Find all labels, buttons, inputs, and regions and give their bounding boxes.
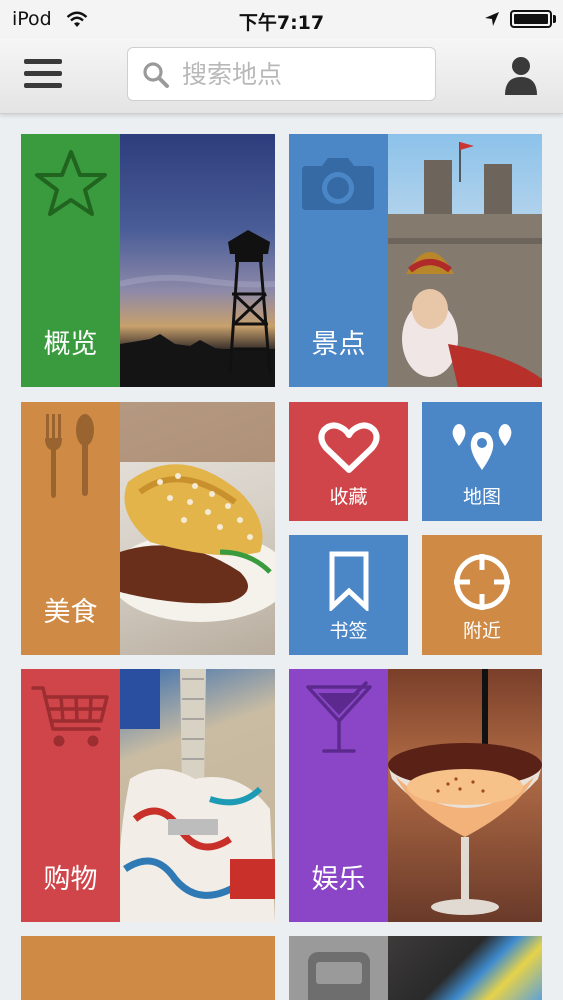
heart-icon bbox=[318, 422, 380, 473]
location-arrow-icon bbox=[485, 12, 499, 26]
app-header bbox=[0, 38, 563, 114]
map-pins-icon bbox=[452, 424, 512, 470]
map-button[interactable]: 地图 bbox=[422, 402, 542, 521]
tile-entertainment-label: 娱乐 bbox=[311, 864, 366, 895]
tile-attractions[interactable]: 景点 bbox=[289, 134, 542, 387]
battery-tip bbox=[553, 15, 556, 23]
guitar-photo bbox=[120, 669, 275, 922]
map-label: 地图 bbox=[462, 486, 501, 508]
tile-shopping[interactable]: 购物 bbox=[21, 669, 275, 922]
bookmark-icon bbox=[329, 551, 369, 611]
search-icon bbox=[143, 62, 169, 88]
tile-overview[interactable]: 概览 bbox=[21, 134, 275, 387]
cocktail-icon bbox=[306, 681, 372, 753]
tile-transport[interactable] bbox=[289, 936, 542, 1000]
tile-food[interactable]: 美食 bbox=[21, 402, 275, 655]
nearby-button[interactable]: 附近 bbox=[422, 535, 542, 655]
fort-santo-nino-photo bbox=[388, 134, 542, 387]
star-icon bbox=[35, 150, 107, 216]
shopping-cart-icon bbox=[31, 686, 109, 747]
bus-icon bbox=[308, 952, 370, 1000]
food-dish-photo bbox=[120, 402, 275, 655]
transport-photo bbox=[388, 936, 542, 1000]
search-box[interactable] bbox=[127, 47, 436, 101]
camera-icon bbox=[302, 158, 374, 210]
cocktail-photo bbox=[388, 669, 542, 922]
clock-time: 下午7:17 bbox=[238, 12, 325, 34]
tile-partial-left[interactable] bbox=[21, 936, 275, 1000]
bookmarks-button[interactable]: 书签 bbox=[289, 535, 408, 655]
tile-entertainment[interactable]: 娱乐 bbox=[289, 669, 542, 922]
user-profile-icon[interactable] bbox=[502, 55, 540, 95]
status-bar: iPod 下午7:17 bbox=[0, 0, 563, 38]
tile-overview-label: 概览 bbox=[43, 329, 98, 360]
search-input[interactable] bbox=[182, 56, 422, 92]
tile-food-label: 美食 bbox=[43, 597, 98, 628]
battery-icon bbox=[510, 10, 552, 28]
sunset-tower-photo bbox=[120, 134, 275, 387]
fork-spoon-icon bbox=[45, 414, 94, 498]
nearby-label: 附近 bbox=[462, 620, 501, 642]
bookmarks-label: 书签 bbox=[329, 620, 368, 642]
favorites-label: 收藏 bbox=[329, 486, 368, 508]
favorites-button[interactable]: 收藏 bbox=[289, 402, 408, 521]
menu-icon[interactable] bbox=[24, 59, 62, 93]
tile-shopping-label: 购物 bbox=[43, 864, 98, 895]
crosshair-icon bbox=[454, 554, 510, 610]
tile-attractions-label: 景点 bbox=[311, 329, 366, 360]
